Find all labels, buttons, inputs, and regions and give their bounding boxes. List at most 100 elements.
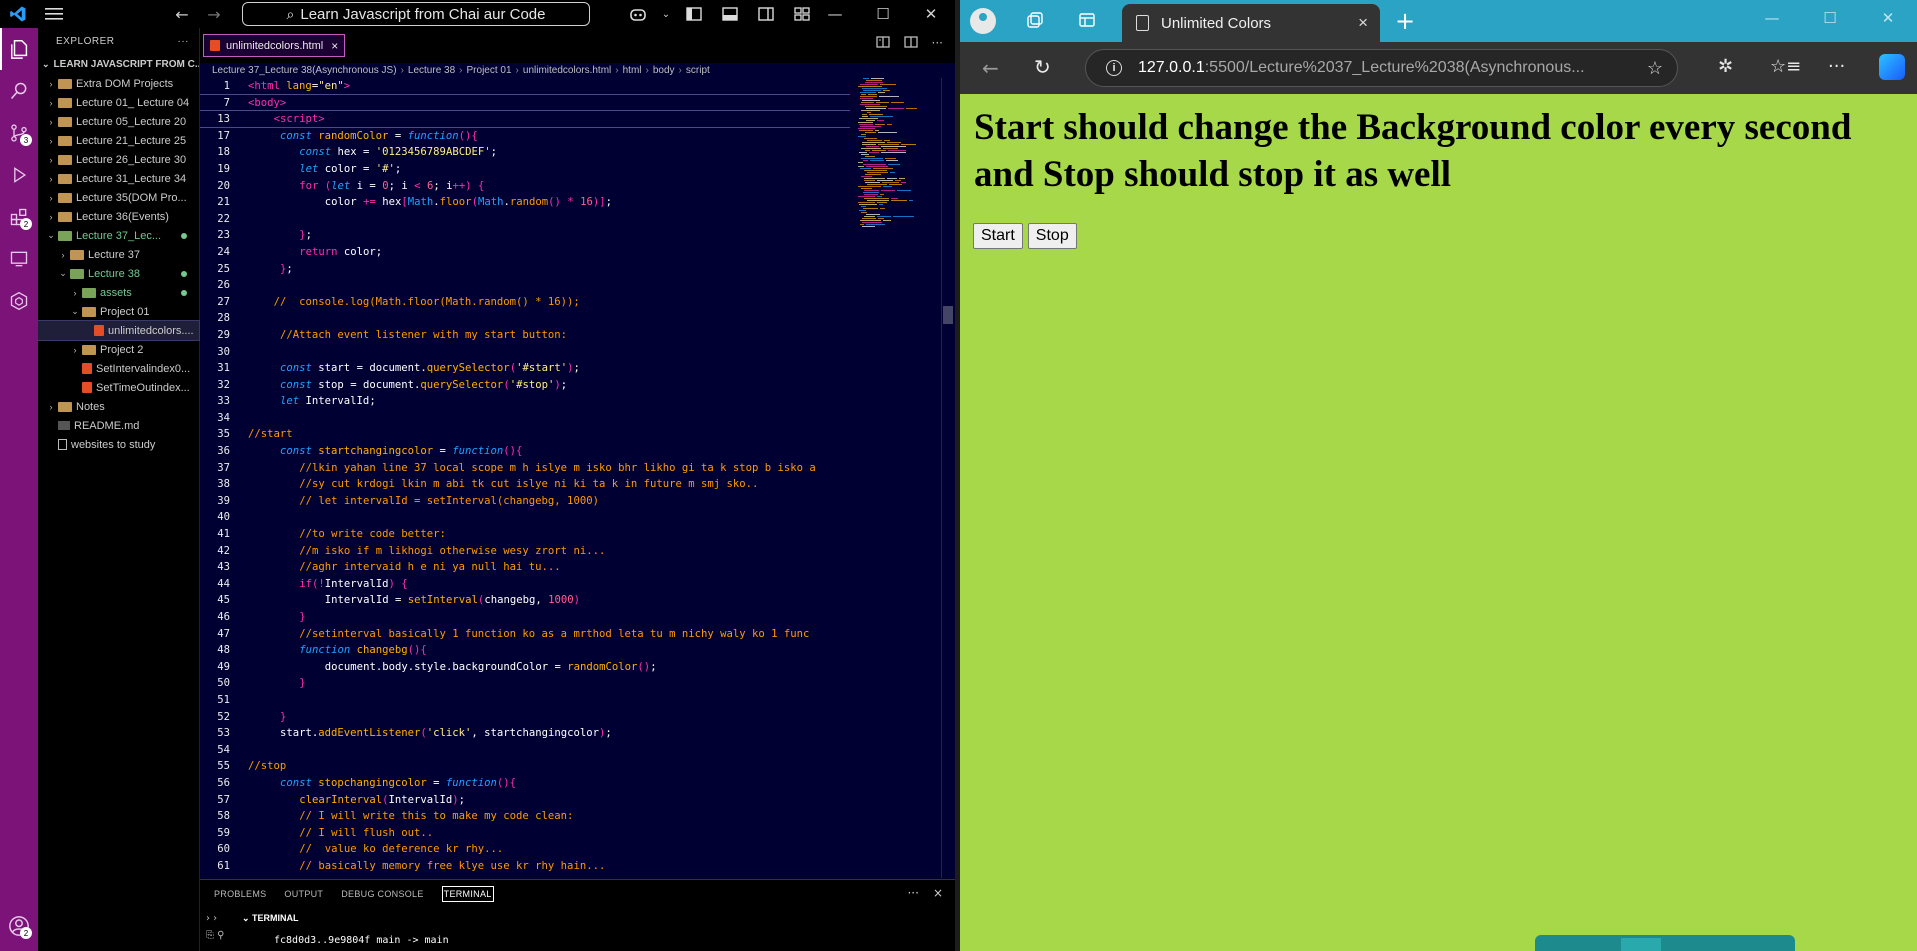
code-line[interactable]: 38 //sy cut krdogi lkin m abi tk cut isly… [200,476,850,493]
code-line[interactable]: 58 // I will write this to make my code c… [200,808,850,825]
tree-item[interactable]: › Lecture 35(DOM Pro... [38,188,199,207]
tree-item[interactable]: › Notes [38,397,199,416]
code-line[interactable]: 19 let color = '#'; [200,161,850,178]
code-line[interactable]: 55 //stop [200,758,850,775]
copilot-chevron-icon[interactable]: ⌄ [656,0,676,28]
code-line[interactable]: 35 //start [200,426,850,443]
tab-output[interactable]: OUTPUT [284,889,323,899]
toggle-sidebar-icon[interactable] [676,0,712,28]
run-debug-icon[interactable] [0,154,38,196]
code-line[interactable]: 29 //Attach event listener with my start … [200,327,850,344]
breadcrumb-item[interactable]: unlimitedcolors.html [523,65,611,76]
code-line[interactable]: 13 <script> [200,111,850,128]
panel-close-icon[interactable]: × [933,886,943,900]
profile-avatar[interactable] [970,8,996,34]
code-line[interactable]: 43 //aghr intervaid h e ni ya null hai tu… [200,559,850,576]
floating-toolbar-handle[interactable] [1621,938,1661,951]
code-line[interactable]: 22 [200,211,850,228]
code-line[interactable]: 24 return color; [200,244,850,261]
tab-actions-icon[interactable] [1078,11,1096,29]
tree-item[interactable]: ⌄ Lecture 37_Lec... [38,226,199,245]
tree-item[interactable]: unlimitedcolors.... [37,320,200,341]
toggle-secondary-sidebar-icon[interactable] [748,0,784,28]
chevron-right-icon[interactable]: › › [206,910,225,927]
address-bar[interactable]: i 127.0.0.1:5500/Lecture%2037_Lecture%20… [1085,49,1678,87]
site-info-icon[interactable]: i [1106,60,1122,76]
tree-item[interactable]: › Lecture 05_Lecture 20 [38,112,199,131]
extensions-puzzle-icon[interactable]: ✲ [1718,56,1733,77]
code-line[interactable]: 21 color += hex[Math.floor(Math.random() … [200,194,850,211]
toggle-panel-icon[interactable] [712,0,748,28]
tree-item[interactable]: › assets [38,283,199,302]
code-line[interactable]: 61 // basically memory free klye use kr r… [200,858,850,875]
code-line[interactable]: 53 start.addEventListener('click', startc… [200,725,850,742]
breadcrumb-item[interactable]: Lecture 37_Lecture 38(Asynchronous JS) [212,65,397,76]
more-actions-icon[interactable]: ··· [932,36,943,51]
code-line[interactable]: 41 //to write code better: [200,526,850,543]
code-line[interactable]: 18 const hex = '0123456789ABCDEF'; [200,144,850,161]
code-line[interactable]: 20 for (let i = 0; i < 6; i++) { [200,178,850,195]
code-line[interactable]: 31 const start = document.querySelector('… [200,360,850,377]
breadcrumb-item[interactable]: Lecture 38 [408,65,455,76]
account-icon[interactable]: 2 [0,905,38,947]
code-line[interactable]: 34 [200,410,850,427]
code-line[interactable]: 59 // I will flush out.. [200,825,850,842]
close-icon[interactable]: ✕ [907,0,955,28]
copilot-icon[interactable] [620,0,656,28]
code-line[interactable]: 44 if(!IntervalId) { [200,576,850,593]
tree-item[interactable]: › Lecture 37 [38,245,199,264]
tree-item[interactable]: › Lecture 36(Events) [38,207,199,226]
favorite-star-icon[interactable]: ☆ [1647,58,1663,79]
tree-item[interactable]: › Project 2 [38,340,199,359]
tree-item[interactable]: › Lecture 01_ Lecture 04 [38,93,199,112]
code-line[interactable]: 25}; [200,261,850,278]
workspace-root[interactable]: ⌄ LEARN JAVASCRIPT FROM C... [38,54,199,74]
code-line[interactable]: 37 //lkin yahan line 37 local scope m h i… [200,460,850,477]
browser-tab-active[interactable]: Unlimited Colors × [1122,4,1380,42]
code-line[interactable]: 42 //m isko if m likhogi otherwise wesy z… [200,543,850,560]
source-control-icon[interactable]: 3 [0,112,38,154]
panel-more-icon[interactable]: ··· [907,886,918,900]
command-center[interactable]: ⌕ Learn Javascript from Chai aur Code [242,2,590,26]
code-line[interactable]: 48 function changebg(){ [200,642,850,659]
code-line[interactable]: 1 <html lang="en"> [200,78,850,95]
minimize-icon[interactable]: — [811,0,859,28]
browser-reload-icon[interactable]: ↻ [1034,55,1051,79]
code-line[interactable]: 60 // value ko deference kr rhy... [200,841,850,858]
code-editor[interactable]: 1 <html lang="en"> 7 <body> 13 <script> 17 cons… [200,78,850,878]
tab-close-icon[interactable]: × [331,39,338,53]
tree-item[interactable]: ⌄ Lecture 38 [38,264,199,283]
terminal-new-icon[interactable]: ⎘ ⚲ [206,927,225,944]
tab-problems[interactable]: PROBLEMS [214,889,266,899]
tree-item[interactable]: › Extra DOM Projects [38,74,199,93]
breadcrumb-item[interactable]: html [623,65,642,76]
editor-scrollbar[interactable] [941,78,955,878]
code-line[interactable]: 57 clearInterval(IntervalId); [200,792,850,809]
menu-icon[interactable] [36,0,72,28]
tree-item[interactable]: SetIntervalindex0... [38,359,199,378]
code-line[interactable]: 56 const stopchangingcolor = function(){ [200,775,850,792]
tree-item[interactable]: › Lecture 21_Lecture 25 [38,131,199,150]
code-line[interactable]: 7 <body> [200,94,850,112]
testing-icon[interactable] [0,280,38,322]
browser-back-icon[interactable]: ← [982,56,999,80]
minimap[interactable] [850,78,935,878]
code-line[interactable]: 47 //setinterval basically 1 function ko … [200,626,850,643]
breadcrumb-item[interactable]: body [653,65,675,76]
remote-explorer-icon[interactable] [0,238,38,280]
nav-back-icon[interactable]: ← [164,0,200,28]
start-button[interactable]: Start [973,223,1023,249]
code-line[interactable]: 28 [200,310,850,327]
explorer-icon[interactable] [0,28,38,70]
terminal-section[interactable]: ⌄ TERMINAL [242,913,299,924]
browser-menu-icon[interactable]: ··· [1828,56,1845,77]
code-line[interactable]: 30 [200,344,850,361]
code-line[interactable]: 27 // console.log(Math.floor(Math.random(… [200,294,850,311]
scrollbar-thumb[interactable] [943,306,953,324]
tree-item[interactable]: › Lecture 26_Lecture 30 [38,150,199,169]
tab-unlimitedcolors[interactable]: unlimitedcolors.html × [203,34,346,57]
code-line[interactable]: 17 const randomColor = function(){ [200,128,850,145]
split-editor-icon[interactable] [903,36,918,51]
code-line[interactable]: 45 IntervalId = setInterval(changebg, 100… [200,592,850,609]
copilot-sidebar-icon[interactable] [1879,54,1905,80]
